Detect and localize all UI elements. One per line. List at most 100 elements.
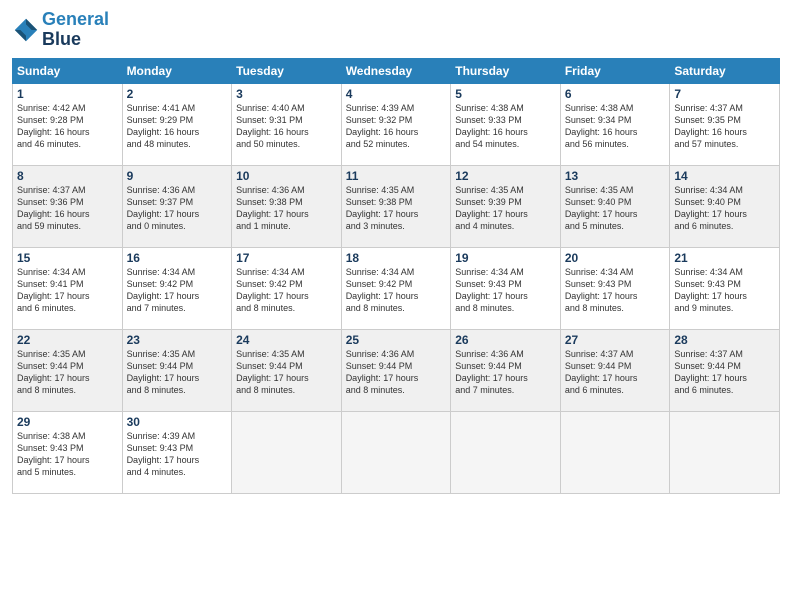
day-number: 1 <box>17 87 118 101</box>
calendar-day: 2Sunrise: 4:41 AM Sunset: 9:29 PM Daylig… <box>122 83 232 165</box>
header: General Blue <box>12 10 780 50</box>
calendar-week-row: 15Sunrise: 4:34 AM Sunset: 9:41 PM Dayli… <box>13 247 780 329</box>
calendar-day: 12Sunrise: 4:35 AM Sunset: 9:39 PM Dayli… <box>451 165 561 247</box>
calendar-day: 20Sunrise: 4:34 AM Sunset: 9:43 PM Dayli… <box>560 247 670 329</box>
day-info: Sunrise: 4:35 AM Sunset: 9:44 PM Dayligh… <box>127 348 228 397</box>
day-info: Sunrise: 4:36 AM Sunset: 9:37 PM Dayligh… <box>127 184 228 233</box>
day-info: Sunrise: 4:34 AM Sunset: 9:42 PM Dayligh… <box>236 266 337 315</box>
calendar-day: 11Sunrise: 4:35 AM Sunset: 9:38 PM Dayli… <box>341 165 451 247</box>
day-info: Sunrise: 4:35 AM Sunset: 9:39 PM Dayligh… <box>455 184 556 233</box>
calendar-day: 26Sunrise: 4:36 AM Sunset: 9:44 PM Dayli… <box>451 329 561 411</box>
day-info: Sunrise: 4:34 AM Sunset: 9:43 PM Dayligh… <box>455 266 556 315</box>
calendar-day: 14Sunrise: 4:34 AM Sunset: 9:40 PM Dayli… <box>670 165 780 247</box>
day-info: Sunrise: 4:39 AM Sunset: 9:32 PM Dayligh… <box>346 102 447 151</box>
day-info: Sunrise: 4:37 AM Sunset: 9:44 PM Dayligh… <box>565 348 666 397</box>
day-number: 28 <box>674 333 775 347</box>
calendar-day: 9Sunrise: 4:36 AM Sunset: 9:37 PM Daylig… <box>122 165 232 247</box>
day-info: Sunrise: 4:35 AM Sunset: 9:44 PM Dayligh… <box>17 348 118 397</box>
calendar-day: 1Sunrise: 4:42 AM Sunset: 9:28 PM Daylig… <box>13 83 123 165</box>
calendar-week-row: 8Sunrise: 4:37 AM Sunset: 9:36 PM Daylig… <box>13 165 780 247</box>
day-info: Sunrise: 4:34 AM Sunset: 9:40 PM Dayligh… <box>674 184 775 233</box>
calendar-day: 7Sunrise: 4:37 AM Sunset: 9:35 PM Daylig… <box>670 83 780 165</box>
weekday-header: Tuesday <box>232 58 342 83</box>
day-number: 21 <box>674 251 775 265</box>
day-number: 7 <box>674 87 775 101</box>
calendar-day: 22Sunrise: 4:35 AM Sunset: 9:44 PM Dayli… <box>13 329 123 411</box>
day-number: 16 <box>127 251 228 265</box>
calendar-day: 13Sunrise: 4:35 AM Sunset: 9:40 PM Dayli… <box>560 165 670 247</box>
calendar-day: 19Sunrise: 4:34 AM Sunset: 9:43 PM Dayli… <box>451 247 561 329</box>
calendar-day: 28Sunrise: 4:37 AM Sunset: 9:44 PM Dayli… <box>670 329 780 411</box>
day-number: 11 <box>346 169 447 183</box>
logo-icon <box>12 16 40 44</box>
day-number: 29 <box>17 415 118 429</box>
logo-text: General Blue <box>42 10 109 50</box>
day-number: 27 <box>565 333 666 347</box>
day-info: Sunrise: 4:38 AM Sunset: 9:34 PM Dayligh… <box>565 102 666 151</box>
logo: General Blue <box>12 10 109 50</box>
calendar-day: 29Sunrise: 4:38 AM Sunset: 9:43 PM Dayli… <box>13 411 123 493</box>
calendar-day: 25Sunrise: 4:36 AM Sunset: 9:44 PM Dayli… <box>341 329 451 411</box>
calendar-day: 21Sunrise: 4:34 AM Sunset: 9:43 PM Dayli… <box>670 247 780 329</box>
day-info: Sunrise: 4:36 AM Sunset: 9:44 PM Dayligh… <box>455 348 556 397</box>
calendar-day: 4Sunrise: 4:39 AM Sunset: 9:32 PM Daylig… <box>341 83 451 165</box>
weekday-header: Friday <box>560 58 670 83</box>
day-info: Sunrise: 4:42 AM Sunset: 9:28 PM Dayligh… <box>17 102 118 151</box>
day-number: 10 <box>236 169 337 183</box>
day-number: 8 <box>17 169 118 183</box>
day-info: Sunrise: 4:37 AM Sunset: 9:44 PM Dayligh… <box>674 348 775 397</box>
weekday-header: Saturday <box>670 58 780 83</box>
day-info: Sunrise: 4:36 AM Sunset: 9:44 PM Dayligh… <box>346 348 447 397</box>
calendar-week-row: 29Sunrise: 4:38 AM Sunset: 9:43 PM Dayli… <box>13 411 780 493</box>
calendar-day: 30Sunrise: 4:39 AM Sunset: 9:43 PM Dayli… <box>122 411 232 493</box>
day-number: 5 <box>455 87 556 101</box>
day-info: Sunrise: 4:40 AM Sunset: 9:31 PM Dayligh… <box>236 102 337 151</box>
day-info: Sunrise: 4:35 AM Sunset: 9:38 PM Dayligh… <box>346 184 447 233</box>
day-number: 22 <box>17 333 118 347</box>
day-number: 24 <box>236 333 337 347</box>
day-info: Sunrise: 4:34 AM Sunset: 9:43 PM Dayligh… <box>565 266 666 315</box>
day-number: 26 <box>455 333 556 347</box>
calendar-day: 18Sunrise: 4:34 AM Sunset: 9:42 PM Dayli… <box>341 247 451 329</box>
day-number: 12 <box>455 169 556 183</box>
day-info: Sunrise: 4:39 AM Sunset: 9:43 PM Dayligh… <box>127 430 228 479</box>
weekday-header: Sunday <box>13 58 123 83</box>
day-info: Sunrise: 4:38 AM Sunset: 9:33 PM Dayligh… <box>455 102 556 151</box>
calendar-day: 5Sunrise: 4:38 AM Sunset: 9:33 PM Daylig… <box>451 83 561 165</box>
day-info: Sunrise: 4:36 AM Sunset: 9:38 PM Dayligh… <box>236 184 337 233</box>
calendar-day <box>560 411 670 493</box>
day-number: 2 <box>127 87 228 101</box>
calendar-day: 17Sunrise: 4:34 AM Sunset: 9:42 PM Dayli… <box>232 247 342 329</box>
page-container: General Blue SundayMondayTuesdayWednesda… <box>0 0 792 612</box>
day-number: 17 <box>236 251 337 265</box>
day-info: Sunrise: 4:34 AM Sunset: 9:41 PM Dayligh… <box>17 266 118 315</box>
calendar-week-row: 1Sunrise: 4:42 AM Sunset: 9:28 PM Daylig… <box>13 83 780 165</box>
day-number: 25 <box>346 333 447 347</box>
calendar-day: 3Sunrise: 4:40 AM Sunset: 9:31 PM Daylig… <box>232 83 342 165</box>
calendar-day: 15Sunrise: 4:34 AM Sunset: 9:41 PM Dayli… <box>13 247 123 329</box>
weekday-header-row: SundayMondayTuesdayWednesdayThursdayFrid… <box>13 58 780 83</box>
calendar-day: 10Sunrise: 4:36 AM Sunset: 9:38 PM Dayli… <box>232 165 342 247</box>
day-info: Sunrise: 4:35 AM Sunset: 9:40 PM Dayligh… <box>565 184 666 233</box>
day-number: 18 <box>346 251 447 265</box>
calendar-day: 16Sunrise: 4:34 AM Sunset: 9:42 PM Dayli… <box>122 247 232 329</box>
day-info: Sunrise: 4:35 AM Sunset: 9:44 PM Dayligh… <box>236 348 337 397</box>
calendar-day <box>232 411 342 493</box>
day-info: Sunrise: 4:37 AM Sunset: 9:36 PM Dayligh… <box>17 184 118 233</box>
calendar-day: 24Sunrise: 4:35 AM Sunset: 9:44 PM Dayli… <box>232 329 342 411</box>
day-info: Sunrise: 4:41 AM Sunset: 9:29 PM Dayligh… <box>127 102 228 151</box>
calendar-day: 6Sunrise: 4:38 AM Sunset: 9:34 PM Daylig… <box>560 83 670 165</box>
calendar: SundayMondayTuesdayWednesdayThursdayFrid… <box>12 58 780 494</box>
day-info: Sunrise: 4:38 AM Sunset: 9:43 PM Dayligh… <box>17 430 118 479</box>
day-number: 9 <box>127 169 228 183</box>
day-number: 15 <box>17 251 118 265</box>
day-number: 3 <box>236 87 337 101</box>
day-info: Sunrise: 4:34 AM Sunset: 9:42 PM Dayligh… <box>346 266 447 315</box>
calendar-week-row: 22Sunrise: 4:35 AM Sunset: 9:44 PM Dayli… <box>13 329 780 411</box>
weekday-header: Monday <box>122 58 232 83</box>
day-info: Sunrise: 4:34 AM Sunset: 9:42 PM Dayligh… <box>127 266 228 315</box>
calendar-day <box>341 411 451 493</box>
day-number: 30 <box>127 415 228 429</box>
calendar-day: 27Sunrise: 4:37 AM Sunset: 9:44 PM Dayli… <box>560 329 670 411</box>
day-info: Sunrise: 4:37 AM Sunset: 9:35 PM Dayligh… <box>674 102 775 151</box>
